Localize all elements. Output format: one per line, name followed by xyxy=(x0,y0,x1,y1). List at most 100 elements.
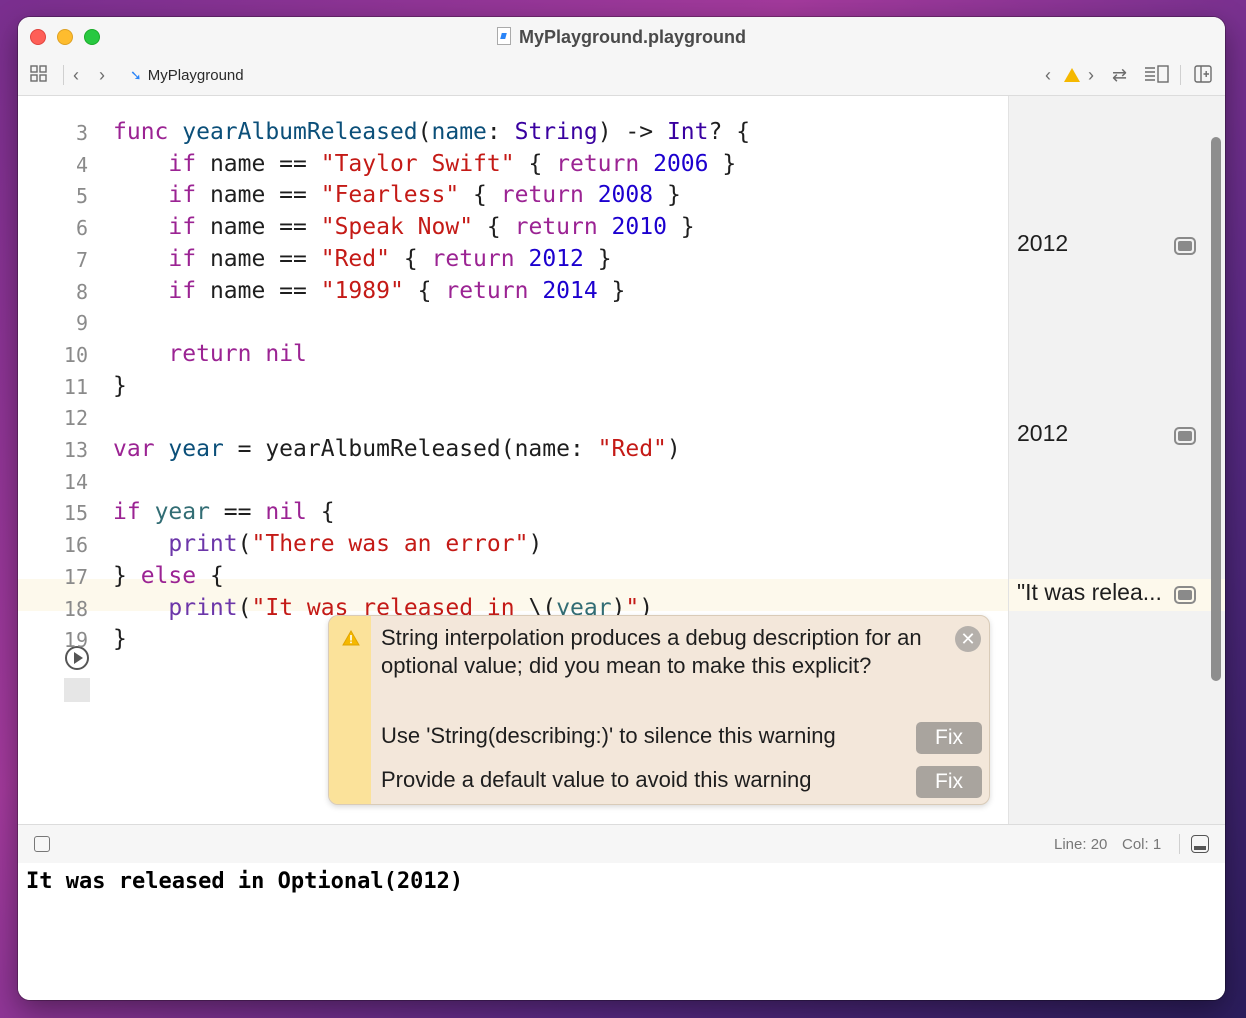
code-token: var xyxy=(113,436,155,462)
code-token: if xyxy=(168,151,197,177)
code-line[interactable]: if name == "1989" { return 2014 } xyxy=(113,278,625,304)
line-number: 18 xyxy=(63,597,88,621)
hide-debug-area-checkbox[interactable] xyxy=(34,836,50,852)
code-token: "Speak Now" xyxy=(320,214,474,240)
code-line[interactable]: } xyxy=(113,373,127,399)
code-token: year xyxy=(168,436,224,462)
code-token: 2008 xyxy=(597,182,654,208)
code-token: { xyxy=(306,499,335,525)
code-token: yearAlbumReleased xyxy=(182,119,418,145)
code-token: 2006 xyxy=(653,151,709,177)
line-number: 14 xyxy=(63,470,88,494)
quick-look-button[interactable] xyxy=(1174,237,1196,255)
code-token: if xyxy=(113,499,141,525)
vertical-scrollbar[interactable] xyxy=(1211,137,1221,681)
code-token: ( xyxy=(237,595,252,621)
code-token: String xyxy=(514,119,598,145)
code-token: } xyxy=(666,214,695,240)
code-token: return xyxy=(168,341,252,367)
window-title: MyPlayground.playground xyxy=(18,27,1225,48)
add-editor-icon[interactable] xyxy=(1194,65,1212,87)
line-number-status: Line: 20 xyxy=(1054,836,1108,853)
previous-issue-chevron-icon[interactable]: ‹ xyxy=(1045,65,1051,85)
code-token: } xyxy=(113,626,127,652)
editor-options-icon[interactable] xyxy=(1144,65,1170,87)
code-token: ) -> xyxy=(597,119,667,145)
line-number: 11 xyxy=(63,375,88,399)
code-token: } xyxy=(113,563,141,589)
breadcrumb[interactable]: ➘ MyPlayground xyxy=(130,67,244,84)
forward-chevron-icon[interactable]: › xyxy=(99,65,105,85)
code-token: Int xyxy=(666,119,709,145)
console-output: It was released in Optional(2012) xyxy=(26,869,464,894)
toggle-console-button[interactable] xyxy=(1191,835,1209,853)
code-line[interactable]: var year = yearAlbumReleased(name: "Red"… xyxy=(113,436,681,462)
toolbar-divider xyxy=(1180,65,1181,85)
warning-message: String interpolation produces a debug de… xyxy=(381,625,922,678)
code-token: if xyxy=(168,182,197,208)
code-line[interactable]: if name == "Speak Now" { return 2010 } xyxy=(113,214,695,240)
code-token: { xyxy=(459,182,501,208)
next-issue-chevron-icon[interactable]: › xyxy=(1088,65,1094,85)
code-token: "Red" xyxy=(320,246,390,272)
code-line[interactable]: return nil xyxy=(113,341,307,367)
back-chevron-icon[interactable]: ‹ xyxy=(73,65,79,85)
quick-look-button[interactable] xyxy=(1174,427,1196,445)
warning-icon xyxy=(342,629,360,651)
code-token: ( xyxy=(237,531,252,557)
console-output-area[interactable]: It was released in Optional(2012) xyxy=(18,863,1225,1000)
line-number: 10 xyxy=(63,343,88,367)
status-divider xyxy=(1179,834,1180,854)
swift-icon: ➘ xyxy=(130,67,142,83)
line-number: 19 xyxy=(63,628,88,652)
code-token: func xyxy=(113,119,169,145)
code-token: { xyxy=(196,563,224,589)
code-line[interactable]: if year == nil { xyxy=(113,499,335,525)
swap-arrows-icon[interactable]: ⇄ xyxy=(1112,65,1127,85)
related-items-grid-icon[interactable] xyxy=(30,65,48,87)
code-token: name == xyxy=(196,151,321,177)
code-token: : xyxy=(486,119,515,145)
code-token: if xyxy=(168,246,197,272)
code-line[interactable]: if name == "Fearless" { return 2008 } xyxy=(113,182,681,208)
line-number: 13 xyxy=(63,438,88,462)
code-token: ? { xyxy=(708,119,751,145)
line-number: 7 xyxy=(75,248,88,272)
toolbar: ‹ › ➘ MyPlayground ‹ › ⇄ xyxy=(18,57,1225,96)
code-line[interactable]: func yearAlbumReleased(name: String) -> … xyxy=(113,119,750,145)
code-token: } xyxy=(653,182,681,208)
execution-marker xyxy=(64,678,90,702)
code-token: if xyxy=(168,214,197,240)
code-line[interactable]: } else { xyxy=(113,563,224,589)
code-token: { xyxy=(473,214,515,240)
fix-it-description: Use 'String(describing:)' to silence thi… xyxy=(381,723,836,748)
code-token: return xyxy=(556,151,640,177)
line-number: 15 xyxy=(63,501,88,525)
code-token: if xyxy=(168,278,197,304)
code-line[interactable]: } xyxy=(113,626,127,652)
quick-look-button[interactable] xyxy=(1174,586,1196,604)
code-line[interactable]: if name == "Red" { return 2012 } xyxy=(113,246,611,272)
playground-window: MyPlayground.playground ‹ › ➘ MyPlaygroun… xyxy=(18,17,1225,1000)
close-popover-button[interactable]: ✕ xyxy=(955,626,981,652)
warning-icon[interactable] xyxy=(1064,68,1080,87)
fix-button[interactable]: Fix xyxy=(916,722,982,754)
code-token: return xyxy=(431,246,515,272)
code-token: = yearAlbumReleased(name: xyxy=(223,436,598,462)
line-number: 4 xyxy=(75,153,88,177)
code-token: name == xyxy=(196,246,321,272)
code-line[interactable]: if name == "Taylor Swift" { return 2006 … xyxy=(113,151,736,177)
fix-button[interactable]: Fix xyxy=(916,766,982,798)
line-number: 9 xyxy=(75,311,88,335)
code-token: "1989" xyxy=(320,278,404,304)
code-line[interactable]: print("There was an error") xyxy=(113,531,542,557)
